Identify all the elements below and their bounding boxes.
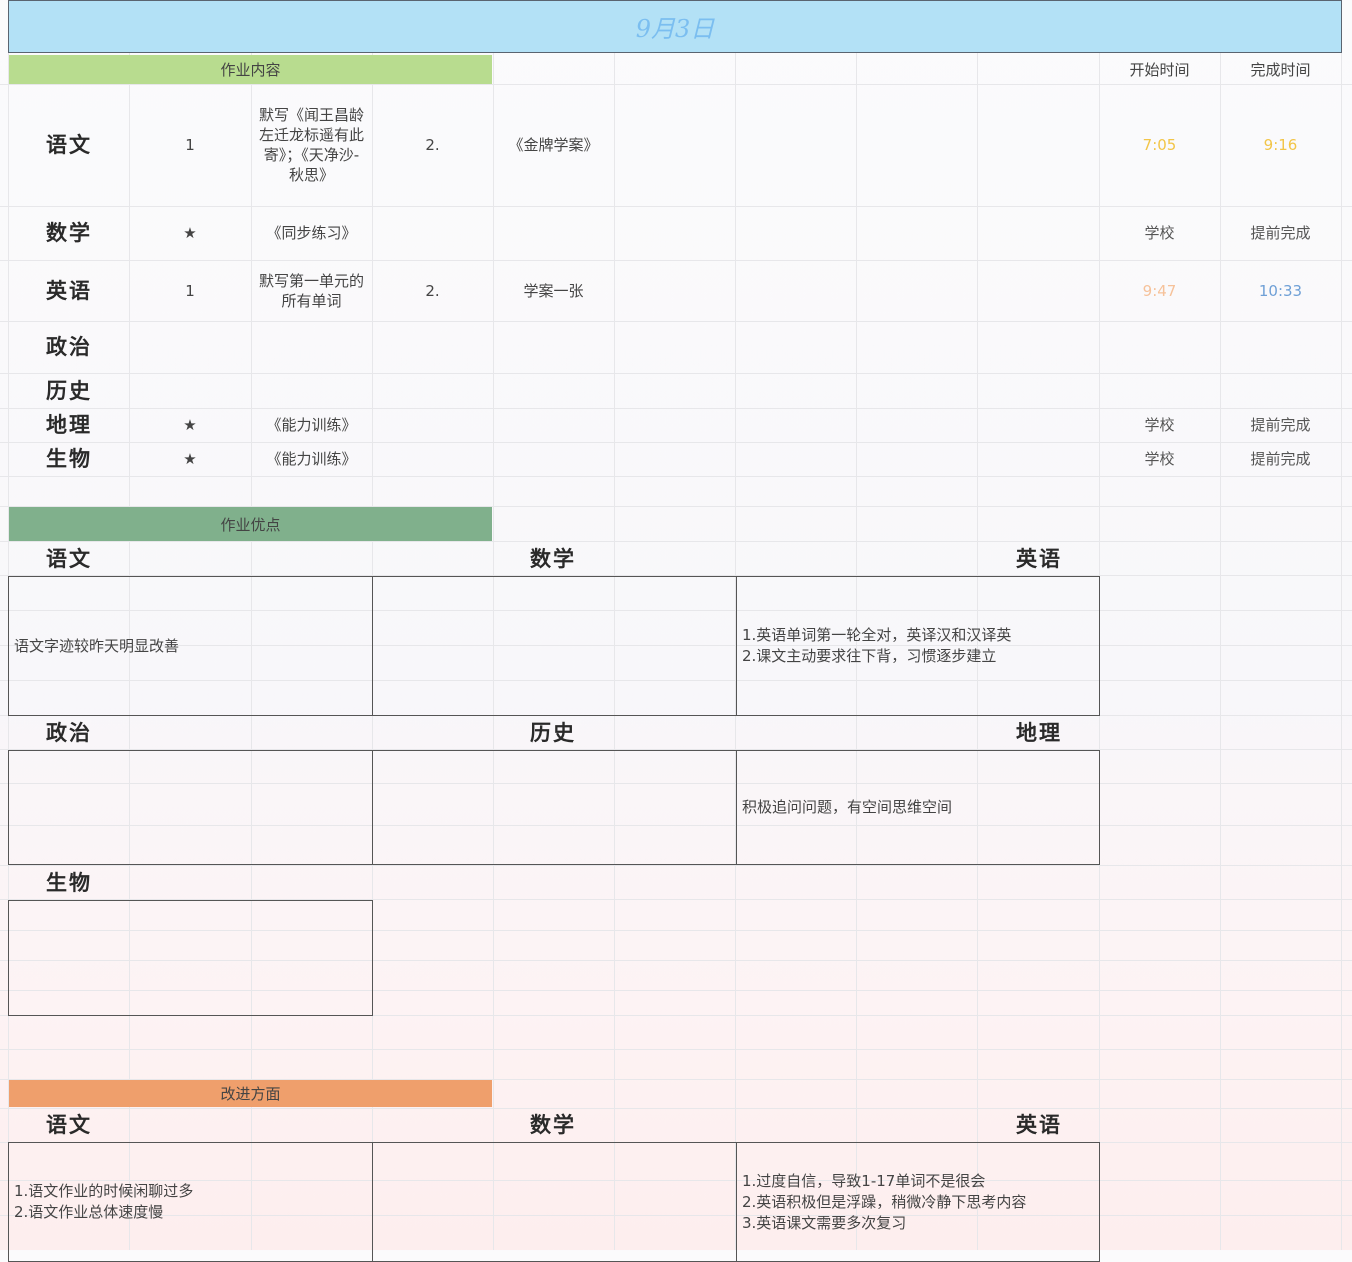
start-time-cell[interactable]: 学校 xyxy=(1099,206,1220,260)
item-marker-2[interactable] xyxy=(372,321,493,373)
task-primary[interactable] xyxy=(251,321,372,373)
subject-label[interactable]: 生物 xyxy=(9,442,129,476)
note-subject-label[interactable]: 政治 xyxy=(9,716,129,749)
improvements-section-header[interactable]: 改进方面 xyxy=(9,1080,492,1107)
end-time-cell[interactable]: 提前完成 xyxy=(1220,408,1341,442)
task-primary[interactable]: 《能力训练》 xyxy=(251,408,372,442)
note-text-box[interactable] xyxy=(8,900,373,1016)
subject-label[interactable]: 历史 xyxy=(9,373,129,408)
note-text: 语文字迹较昨天明显改善 xyxy=(14,636,180,655)
item-marker-2[interactable]: 2. xyxy=(372,84,493,206)
note-text-box[interactable] xyxy=(372,1142,737,1262)
note-text-box[interactable]: 1.语文作业的时候闲聊过多 2.语文作业总体速度慢 xyxy=(8,1142,373,1262)
note-subject-label[interactable]: 数学 xyxy=(493,542,613,575)
subject-label[interactable]: 英语 xyxy=(9,260,129,321)
task-secondary[interactable] xyxy=(493,321,614,373)
note-text-box[interactable]: 1.英语单词第一轮全对，英译汉和汉译英 2.课文主动要求往下背，习惯逐步建立 xyxy=(736,576,1100,716)
end-time-cell[interactable]: 提前完成 xyxy=(1220,206,1341,260)
subject-label[interactable]: 地理 xyxy=(9,408,129,442)
note-text-box[interactable] xyxy=(372,576,737,716)
homework-section-header[interactable]: 作业内容 xyxy=(9,55,492,84)
strengths-section-header[interactable]: 作业优点 xyxy=(9,507,492,541)
note-text-box[interactable]: 1.过度自信，导致1-17单词不是很会 2.英语积极但是浮躁，稍微冷静下思考内容… xyxy=(736,1142,1100,1262)
note-subject-label[interactable]: 英语 xyxy=(979,542,1099,575)
task-secondary[interactable] xyxy=(493,442,614,476)
task-secondary[interactable]: 《金牌学案》 xyxy=(493,84,614,206)
note-text: 1.英语单词第一轮全对，英译汉和汉译英 2.课文主动要求往下背，习惯逐步建立 xyxy=(742,626,1012,665)
item-marker[interactable]: 1 xyxy=(129,84,251,206)
start-time-cell[interactable]: 7:05 xyxy=(1099,84,1220,206)
start-time-header[interactable]: 开始时间 xyxy=(1099,55,1220,84)
task-primary[interactable]: 默写《闻王昌龄左迁龙标遥有此寄》；《天净沙-秋思》 xyxy=(251,84,372,206)
note-text: 1.语文作业的时候闲聊过多 2.语文作业总体速度慢 xyxy=(14,1182,194,1221)
task-secondary[interactable]: 学案一张 xyxy=(493,260,614,321)
task-secondary[interactable] xyxy=(493,373,614,408)
item-marker[interactable] xyxy=(129,373,251,408)
start-time-cell[interactable] xyxy=(1099,321,1220,373)
note-text: 积极追问问题，有空间思维空间 xyxy=(742,798,953,816)
end-time-cell[interactable] xyxy=(1220,321,1341,373)
note-text: 1.过度自信，导致1-17单词不是很会 2.英语积极但是浮躁，稍微冷静下思考内容… xyxy=(742,1171,1027,1232)
note-subject-label[interactable]: 生物 xyxy=(9,866,129,899)
task-primary[interactable] xyxy=(251,373,372,408)
item-marker-2[interactable] xyxy=(372,442,493,476)
task-primary[interactable]: 默写第一单元的所有单词 xyxy=(251,260,372,321)
task-primary[interactable]: 《同步练习》 xyxy=(251,206,372,260)
note-subject-label[interactable]: 语文 xyxy=(9,542,129,575)
subject-label[interactable]: 语文 xyxy=(9,84,129,206)
item-marker[interactable]: ★ xyxy=(129,442,251,476)
subject-label[interactable]: 政治 xyxy=(9,321,129,373)
note-subject-label[interactable]: 数学 xyxy=(493,1108,613,1142)
item-marker-2[interactable]: 2. xyxy=(372,260,493,321)
page-title[interactable]: 9月3日 xyxy=(8,0,1342,53)
note-subject-label[interactable]: 历史 xyxy=(493,716,613,749)
note-subject-label[interactable]: 地理 xyxy=(979,716,1099,749)
start-time-cell[interactable]: 学校 xyxy=(1099,408,1220,442)
end-time-header[interactable]: 完成时间 xyxy=(1220,55,1341,84)
end-time-cell[interactable]: 提前完成 xyxy=(1220,442,1341,476)
start-time-cell[interactable]: 9:47 xyxy=(1099,260,1220,321)
end-time-cell[interactable]: 9:16 xyxy=(1220,84,1341,206)
item-marker-2[interactable] xyxy=(372,373,493,408)
start-time-cell[interactable] xyxy=(1099,373,1220,408)
end-time-cell[interactable] xyxy=(1220,373,1341,408)
task-primary[interactable]: 《能力训练》 xyxy=(251,442,372,476)
item-marker[interactable]: 1 xyxy=(129,260,251,321)
item-marker-2[interactable] xyxy=(372,206,493,260)
start-time-cell[interactable]: 学校 xyxy=(1099,442,1220,476)
subject-label[interactable]: 数学 xyxy=(9,206,129,260)
note-text-box[interactable]: 语文字迹较昨天明显改善 xyxy=(8,576,373,716)
note-subject-label[interactable]: 英语 xyxy=(979,1108,1099,1142)
note-text-box[interactable]: 积极追问问题，有空间思维空间 xyxy=(736,750,1100,865)
item-marker[interactable]: ★ xyxy=(129,408,251,442)
item-marker[interactable]: ★ xyxy=(129,206,251,260)
end-time-cell[interactable]: 10:33 xyxy=(1220,260,1341,321)
item-marker-2[interactable] xyxy=(372,408,493,442)
note-subject-label[interactable]: 语文 xyxy=(9,1108,129,1142)
note-text-box[interactable] xyxy=(372,750,737,865)
note-text-box[interactable] xyxy=(8,750,373,865)
item-marker[interactable] xyxy=(129,321,251,373)
task-secondary[interactable] xyxy=(493,206,614,260)
task-secondary[interactable] xyxy=(493,408,614,442)
